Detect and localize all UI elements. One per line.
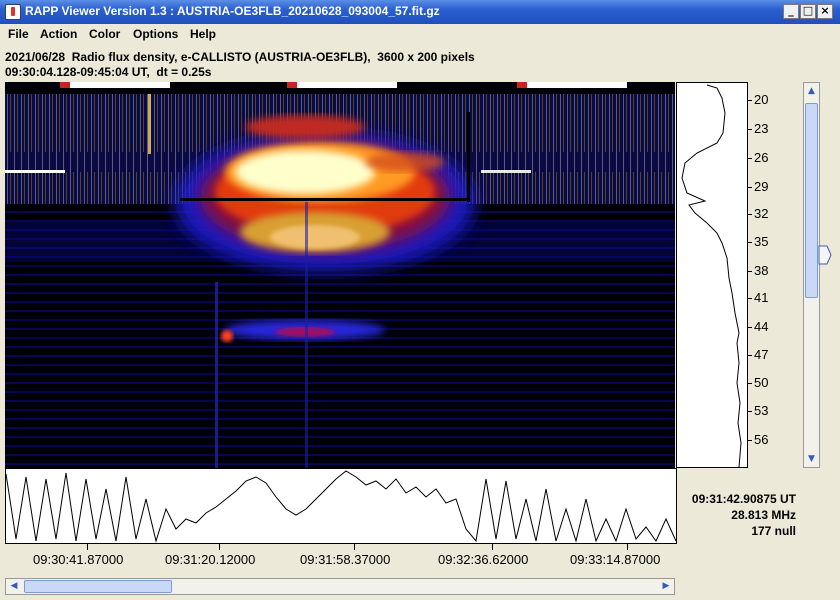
cursor-time-readout: 09:31:42.90875 UT (691, 492, 796, 506)
freq-tick (748, 158, 752, 159)
freq-tick (748, 298, 752, 299)
time-range-info: 09:30:04.128-09:45:04 UT, dt = 0.25s (5, 65, 212, 79)
scroll-left-arrow-icon[interactable]: ◀ (7, 580, 21, 593)
freq-tick (748, 440, 752, 441)
window-title: RAPP Viewer Version 1.3 : AUSTRIA-OE3FLB… (25, 4, 440, 18)
time-profile-plot (5, 468, 677, 544)
frequency-axis: 20 23 26 29 32 35 38 41 44 47 50 53 56 (748, 82, 798, 468)
frequency-profile-plot (676, 82, 748, 468)
freq-tick (748, 214, 752, 215)
freq-label: 47 (754, 347, 769, 362)
scroll-up-arrow-icon[interactable]: ▲ (805, 84, 818, 98)
freq-label: 44 (754, 319, 769, 334)
scroll-down-arrow-icon[interactable]: ▼ (805, 452, 818, 466)
freq-tick (748, 355, 752, 356)
time-label: 09:33:14.87000 (570, 552, 661, 567)
freq-label: 23 (754, 121, 769, 136)
profile-curve (681, 84, 742, 468)
freq-tick (748, 383, 752, 384)
menu-color[interactable]: Color (89, 27, 120, 41)
menu-file[interactable]: File (8, 27, 29, 41)
freq-label: 50 (754, 375, 769, 390)
time-label: 09:32:36.62000 (438, 552, 529, 567)
scroll-right-arrow-icon[interactable]: ▶ (659, 580, 673, 593)
freq-label: 38 (754, 263, 769, 278)
title-bar: RAPP Viewer Version 1.3 : AUSTRIA-OE3FLB… (0, 0, 840, 24)
freq-label: 35 (754, 234, 769, 249)
freq-label: 53 (754, 403, 769, 418)
vertical-scrollbar[interactable]: ▲ ▼ (803, 82, 820, 468)
freq-tick (748, 327, 752, 328)
java-app-icon (5, 4, 21, 20)
time-tick (219, 544, 220, 550)
time-axis: 09:30:41.87000 09:31:20.12000 09:31:58.3… (5, 544, 677, 574)
freq-tick (748, 271, 752, 272)
maximize-button[interactable]: □ (800, 4, 816, 19)
time-label: 09:31:58.37000 (300, 552, 391, 567)
freq-tick (748, 129, 752, 130)
minimize-button[interactable]: _ (783, 4, 799, 19)
freq-label: 20 (754, 92, 769, 107)
freq-tick (748, 187, 752, 188)
freq-label: 41 (754, 290, 769, 305)
time-tick (627, 544, 628, 550)
time-tick (354, 544, 355, 550)
menu-bar: File Action Color Options Help (0, 24, 840, 44)
freq-label: 26 (754, 150, 769, 165)
freq-tick (748, 100, 752, 101)
freq-label: 32 (754, 206, 769, 221)
horizontal-scroll-thumb[interactable] (24, 580, 172, 593)
freq-label: 56 (754, 432, 769, 447)
time-profile-curve (6, 470, 676, 543)
freq-label: 29 (754, 179, 769, 194)
time-label: 09:30:41.87000 (33, 552, 124, 567)
horizontal-scrollbar[interactable]: ◀ ▶ (5, 578, 675, 595)
cursor-value-readout: 177 null (751, 524, 796, 538)
time-tick (87, 544, 88, 550)
freq-tick (748, 411, 752, 412)
menu-action[interactable]: Action (40, 27, 77, 41)
observation-info: 2021/06/28 Radio flux density, e-CALLIST… (5, 50, 475, 64)
spectrogram-plot[interactable] (5, 82, 675, 468)
spectrogram-image (5, 82, 675, 468)
time-label: 09:31:20.12000 (165, 552, 256, 567)
freq-tick (748, 242, 752, 243)
vertical-scroll-thumb[interactable] (805, 103, 818, 298)
close-button[interactable]: × (817, 4, 833, 19)
time-tick (492, 544, 493, 550)
menu-help[interactable]: Help (190, 27, 216, 41)
menu-options[interactable]: Options (133, 27, 178, 41)
cursor-frequency-readout: 28.813 MHz (731, 508, 796, 522)
level-slider-knob-icon[interactable] (818, 245, 832, 265)
